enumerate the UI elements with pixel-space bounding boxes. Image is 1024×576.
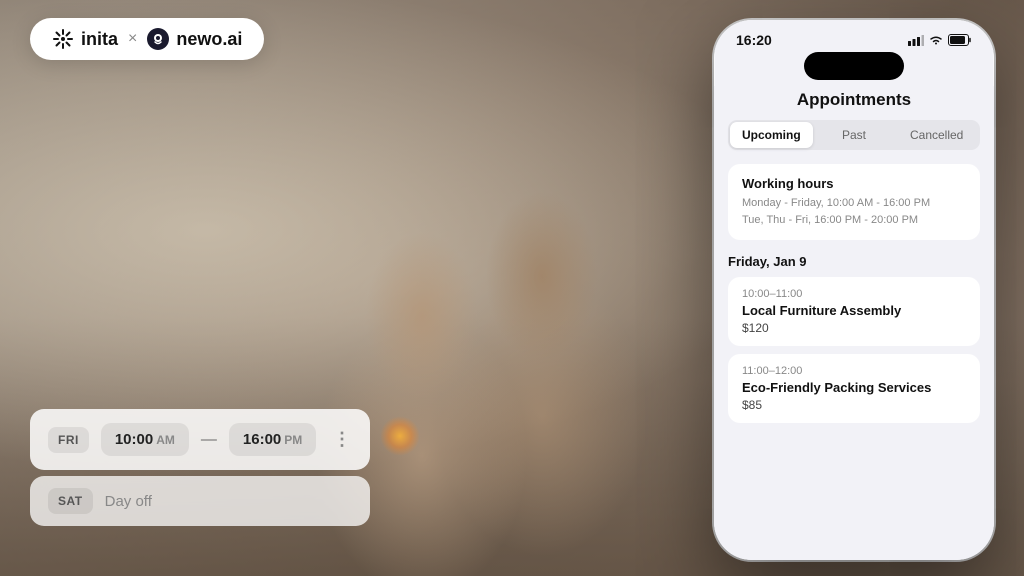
phone-content: Appointments Upcoming Past Cancelled Wor… xyxy=(714,86,994,560)
scheduler-row-fri: FRI 10:00AM — 16:00PM ⋮ xyxy=(30,409,370,470)
appointment-card-1[interactable]: 10:00–11:00 Local Furniture Assembly $12… xyxy=(728,277,980,346)
candle-glow xyxy=(380,416,420,456)
dynamic-island xyxy=(804,52,904,80)
working-hours-card: Working hours Monday - Friday, 10:00 AM … xyxy=(728,164,980,240)
working-hours-title: Working hours xyxy=(742,176,966,191)
appt-name-2: Eco-Friendly Packing Services xyxy=(742,380,966,395)
brand2-logo: newo.ai xyxy=(147,28,242,50)
logo-separator: × xyxy=(128,30,137,48)
day-off-label: Day off xyxy=(105,493,152,510)
phone-time: 16:20 xyxy=(736,32,772,48)
phone-status-icons xyxy=(908,34,972,46)
appt-time-1: 10:00–11:00 xyxy=(742,288,966,300)
inita-icon xyxy=(52,28,74,50)
appointments-title: Appointments xyxy=(714,86,994,120)
phone-status-bar: 16:20 xyxy=(714,20,994,52)
scheduler-row-sat: SAT Day off xyxy=(30,476,370,526)
tab-past[interactable]: Past xyxy=(813,122,896,148)
start-time-badge: 10:00AM xyxy=(101,423,189,456)
date-header-fri: Friday, Jan 9 xyxy=(714,250,994,277)
day-badge-sat: SAT xyxy=(48,488,93,514)
time-separator: — xyxy=(201,431,217,449)
signal-icon xyxy=(908,35,924,46)
end-time-badge: 16:00PM xyxy=(229,423,316,456)
scheduler-widget: FRI 10:00AM — 16:00PM ⋮ SAT Day off xyxy=(30,409,370,526)
appointment-card-2[interactable]: 11:00–12:00 Eco-Friendly Packing Service… xyxy=(728,354,980,423)
day-badge-fri: FRI xyxy=(48,427,89,453)
wifi-icon xyxy=(929,35,943,46)
appt-time-2: 11:00–12:00 xyxy=(742,365,966,377)
phone-mockup: 16:20 Appointments U xyxy=(714,20,994,560)
appointments-tabs[interactable]: Upcoming Past Cancelled xyxy=(728,120,980,150)
logo-pill: inita × newo.ai xyxy=(30,18,264,60)
appt-price-1: $120 xyxy=(742,321,966,335)
working-hours-line2: Tue, Thu - Fri, 16:00 PM - 20:00 PM xyxy=(742,212,966,229)
brand1-label: inita xyxy=(81,29,118,50)
newo-icon xyxy=(147,28,169,50)
tab-cancelled[interactable]: Cancelled xyxy=(895,122,978,148)
appt-price-2: $85 xyxy=(742,398,966,412)
battery-icon xyxy=(948,34,972,46)
more-options-button[interactable]: ⋮ xyxy=(333,429,352,450)
brand1-logo: inita xyxy=(52,28,118,50)
tab-upcoming[interactable]: Upcoming xyxy=(730,122,813,148)
appt-name-1: Local Furniture Assembly xyxy=(742,303,966,318)
working-hours-line1: Monday - Friday, 10:00 AM - 16:00 PM xyxy=(742,195,966,212)
brand2-label: newo.ai xyxy=(176,29,242,50)
